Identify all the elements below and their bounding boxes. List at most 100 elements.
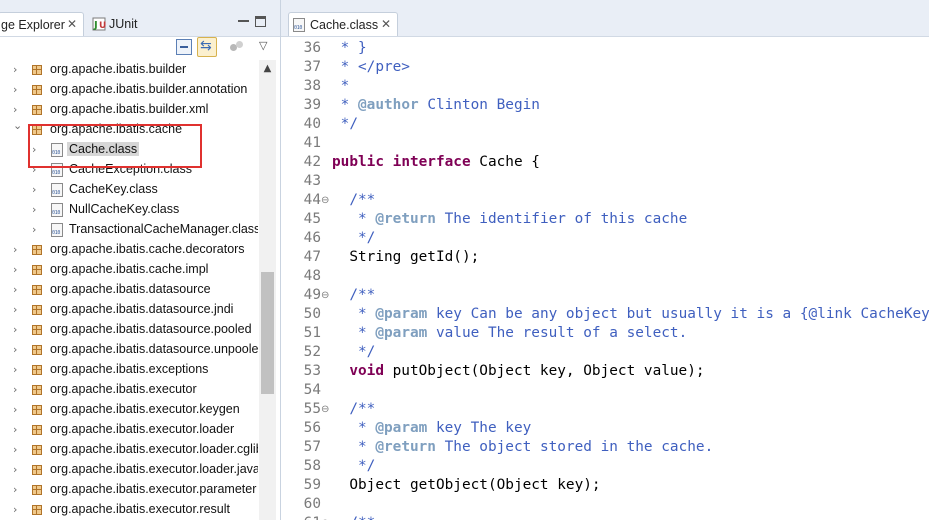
code-line: 44 ⊖ /**: [281, 191, 929, 210]
view-menu-icon[interactable]: ▽: [259, 39, 275, 55]
chevron-right-icon[interactable]: ›: [13, 483, 23, 497]
maximize-icon[interactable]: [255, 16, 266, 27]
package-icon: [32, 485, 42, 495]
link-with-editor-icon[interactable]: [197, 37, 217, 57]
fold-collapse-icon[interactable]: ⊖: [321, 400, 331, 419]
code-text: * @param key The key: [332, 419, 531, 438]
tree-item-package[interactable]: › org.apache.ibatis.datasource.pooled: [0, 320, 258, 340]
line-number: 40: [303, 116, 321, 132]
chevron-right-icon[interactable]: ›: [13, 243, 23, 257]
chevron-right-icon[interactable]: ›: [13, 303, 23, 317]
tree-item-package[interactable]: › org.apache.ibatis.executor.loader: [0, 420, 258, 440]
code-line: 49 ⊖ /**: [281, 286, 929, 305]
tree-item-package[interactable]: › org.apache.ibatis.builder: [0, 60, 258, 80]
chevron-right-icon[interactable]: ›: [13, 323, 23, 337]
tree-item-package[interactable]: › org.apache.ibatis.cache.impl: [0, 260, 258, 280]
line-number: 61: [281, 514, 321, 520]
tree-item-package[interactable]: › org.apache.ibatis.cache.decorators: [0, 240, 258, 260]
collapse-all-icon[interactable]: [176, 39, 192, 55]
chevron-right-icon[interactable]: ›: [13, 263, 23, 277]
tree-item-class[interactable]: › NullCacheKey.class: [0, 200, 258, 220]
tree-item-label: org.apache.ibatis.executor.loader.javass…: [50, 462, 258, 476]
scrollbar-thumb[interactable]: [261, 272, 274, 394]
chevron-right-icon[interactable]: ›: [13, 383, 23, 397]
code-token: *: [332, 420, 376, 436]
chevron-right-icon[interactable]: ›: [13, 103, 23, 117]
chevron-right-icon[interactable]: ›: [13, 443, 23, 457]
code-token: value The result of a select.: [427, 325, 688, 341]
chevron-down-icon[interactable]: ⌄: [13, 120, 23, 133]
tree-item-package[interactable]: › org.apache.ibatis.datasource.unpooled: [0, 340, 258, 360]
fold-collapse-icon[interactable]: ⊖: [321, 514, 331, 520]
chevron-right-icon[interactable]: ›: [13, 63, 23, 77]
chevron-right-icon[interactable]: ›: [13, 403, 23, 417]
code-line: 59 Object getObject(Object key);: [281, 476, 929, 495]
code-token: String getId();: [332, 249, 480, 265]
tab-package-explorer[interactable]: ge Explorer ✕: [0, 12, 84, 36]
tree-item-package[interactable]: › org.apache.ibatis.executor.result: [0, 500, 258, 520]
line-number: 51: [303, 325, 321, 341]
code-text: /**: [332, 286, 375, 305]
minimize-icon[interactable]: [238, 16, 249, 26]
tree-item-label: org.apache.ibatis.builder: [50, 62, 187, 76]
code-token: * </pre>: [332, 59, 410, 75]
tab-junit[interactable]: J U JUnit: [88, 12, 158, 36]
code-line: 37 * </pre>: [281, 58, 929, 77]
code-line: 53 void putObject(Object key, Object val…: [281, 362, 929, 381]
tree-item-label: org.apache.ibatis.executor.parameter: [50, 482, 257, 496]
tab-package-explorer-label: ge Explorer: [1, 17, 65, 32]
tree-item-package[interactable]: › org.apache.ibatis.datasource: [0, 280, 258, 300]
chevron-right-icon[interactable]: ›: [13, 283, 23, 297]
tree-item-label: NullCacheKey.class: [69, 202, 180, 216]
vertical-scrollbar[interactable]: ▲: [259, 60, 276, 520]
fold-collapse-icon[interactable]: ⊖: [321, 191, 331, 210]
code-token: @param: [375, 420, 428, 436]
code-token: The identifier of this cache: [435, 211, 688, 227]
package-icon: [32, 265, 42, 275]
tree-item-package[interactable]: › org.apache.ibatis.executor.loader.cglib: [0, 440, 258, 460]
chevron-right-icon[interactable]: ›: [13, 423, 23, 437]
fold-collapse-icon[interactable]: ⊖: [321, 286, 331, 305]
annotation-highlight-box: [28, 124, 202, 168]
chevron-right-icon[interactable]: ›: [32, 183, 42, 197]
svg-text:J: J: [93, 20, 98, 31]
line-number: 37: [303, 59, 321, 75]
tree-item-package[interactable]: › org.apache.ibatis.executor.keygen: [0, 400, 258, 420]
tree-item-class[interactable]: › TransactionalCacheManager.class: [0, 220, 258, 240]
tree-item-package[interactable]: › org.apache.ibatis.datasource.jndi: [0, 300, 258, 320]
code-editor[interactable]: 36 * } 37 * </pre> 38 * 39 * @author Clinto…: [281, 37, 929, 520]
scroll-up-icon[interactable]: ▲: [259, 60, 276, 78]
chevron-right-icon[interactable]: ›: [32, 223, 42, 237]
line-number: 56: [303, 420, 321, 436]
code-token: *: [332, 439, 376, 455]
close-icon[interactable]: ✕: [67, 17, 77, 31]
filter-icon[interactable]: [229, 39, 245, 55]
line-number: 41: [303, 135, 321, 151]
tree-item-package[interactable]: › org.apache.ibatis.builder.annotation: [0, 80, 258, 100]
code-text: /**: [332, 400, 375, 419]
tree-item-package[interactable]: › org.apache.ibatis.executor: [0, 380, 258, 400]
tree-item-package[interactable]: › org.apache.ibatis.exceptions: [0, 360, 258, 380]
chevron-right-icon[interactable]: ›: [13, 463, 23, 477]
tree-item-class[interactable]: › CacheKey.class: [0, 180, 258, 200]
line-number: 38: [303, 78, 321, 94]
tree-item-package[interactable]: › org.apache.ibatis.builder.xml: [0, 100, 258, 120]
code-line: 56 * @param key The key: [281, 419, 929, 438]
chevron-right-icon[interactable]: ›: [13, 503, 23, 517]
code-line: 58 */: [281, 457, 929, 476]
tree-item-label: org.apache.ibatis.builder.xml: [50, 102, 209, 116]
code-text: /**: [332, 514, 375, 520]
chevron-right-icon[interactable]: ›: [32, 203, 42, 217]
chevron-right-icon[interactable]: ›: [13, 83, 23, 97]
line-number: 39: [303, 97, 321, 113]
tree-item-label: org.apache.ibatis.datasource.jndi: [50, 302, 234, 316]
tab-cache-class[interactable]: Cache.class ✕: [288, 12, 398, 36]
chevron-right-icon[interactable]: ›: [13, 343, 23, 357]
tree-item-package[interactable]: › org.apache.ibatis.executor.loader.javas…: [0, 460, 258, 480]
line-number: 42: [303, 154, 321, 170]
package-icon: [32, 305, 42, 315]
chevron-right-icon[interactable]: ›: [13, 363, 23, 377]
tree-item-package[interactable]: › org.apache.ibatis.executor.parameter: [0, 480, 258, 500]
close-icon[interactable]: ✕: [381, 17, 391, 31]
